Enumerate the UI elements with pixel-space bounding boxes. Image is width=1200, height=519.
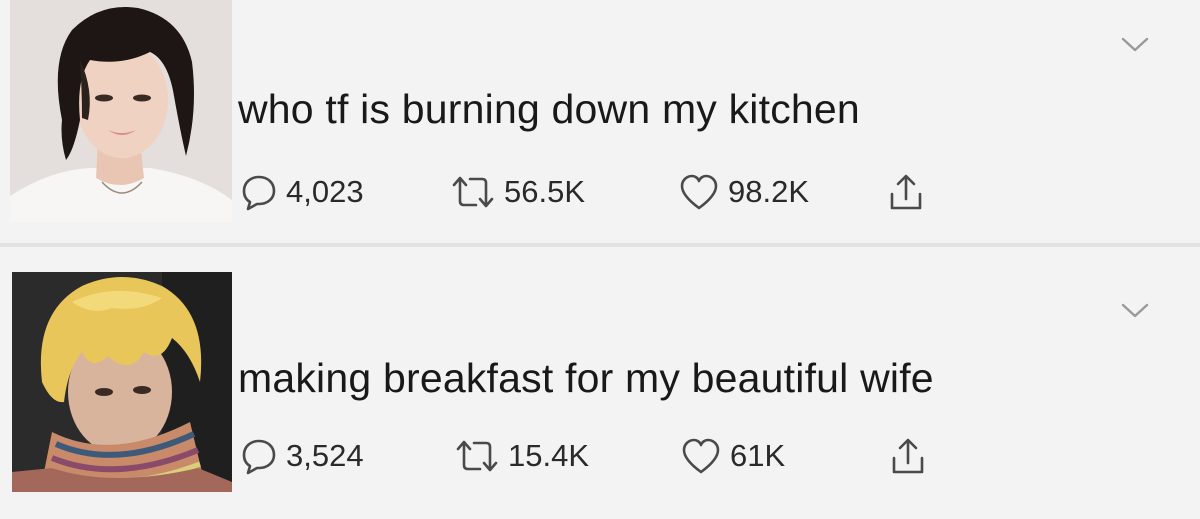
chevron-down-icon[interactable]	[1120, 300, 1150, 320]
tweet-card: who tf is burning down my kitchen 4,023 …	[0, 0, 1200, 240]
retweet-count: 56.5K	[504, 174, 586, 209]
retweet-button[interactable]: 15.4K	[454, 437, 680, 475]
retweet-icon	[456, 440, 498, 472]
speech-bubble-icon	[242, 175, 276, 211]
like-button[interactable]: 98.2K	[678, 173, 888, 211]
tweet-text: making breakfast for my beautiful wife	[238, 355, 934, 401]
retweet-icon	[452, 176, 494, 208]
like-count: 61K	[730, 438, 786, 473]
heart-icon	[682, 438, 720, 474]
tweet-actions: 3,524 15.4K 61K	[240, 436, 926, 476]
share-button[interactable]	[888, 172, 924, 212]
retweet-count: 15.4K	[508, 438, 590, 473]
tweet-text: who tf is burning down my kitchen	[238, 86, 860, 132]
share-button[interactable]	[890, 436, 926, 476]
heart-icon	[680, 174, 718, 210]
like-button[interactable]: 61K	[680, 437, 890, 475]
avatar[interactable]	[10, 0, 232, 222]
speech-bubble-icon	[242, 439, 276, 475]
like-count: 98.2K	[728, 174, 810, 209]
tweet-card: making breakfast for my beautiful wife 3…	[0, 252, 1200, 519]
share-icon	[892, 438, 924, 474]
reply-count: 3,524	[286, 438, 364, 473]
reply-button[interactable]: 3,524	[240, 437, 454, 475]
share-icon	[890, 174, 922, 210]
tweet-divider	[0, 243, 1200, 247]
retweet-button[interactable]: 56.5K	[450, 173, 678, 211]
chevron-down-icon[interactable]	[1120, 34, 1150, 54]
reply-button[interactable]: 4,023	[240, 173, 450, 211]
tweet-actions: 4,023 56.5K 98.2K	[240, 172, 924, 212]
reply-count: 4,023	[286, 174, 364, 209]
avatar[interactable]	[12, 272, 232, 492]
